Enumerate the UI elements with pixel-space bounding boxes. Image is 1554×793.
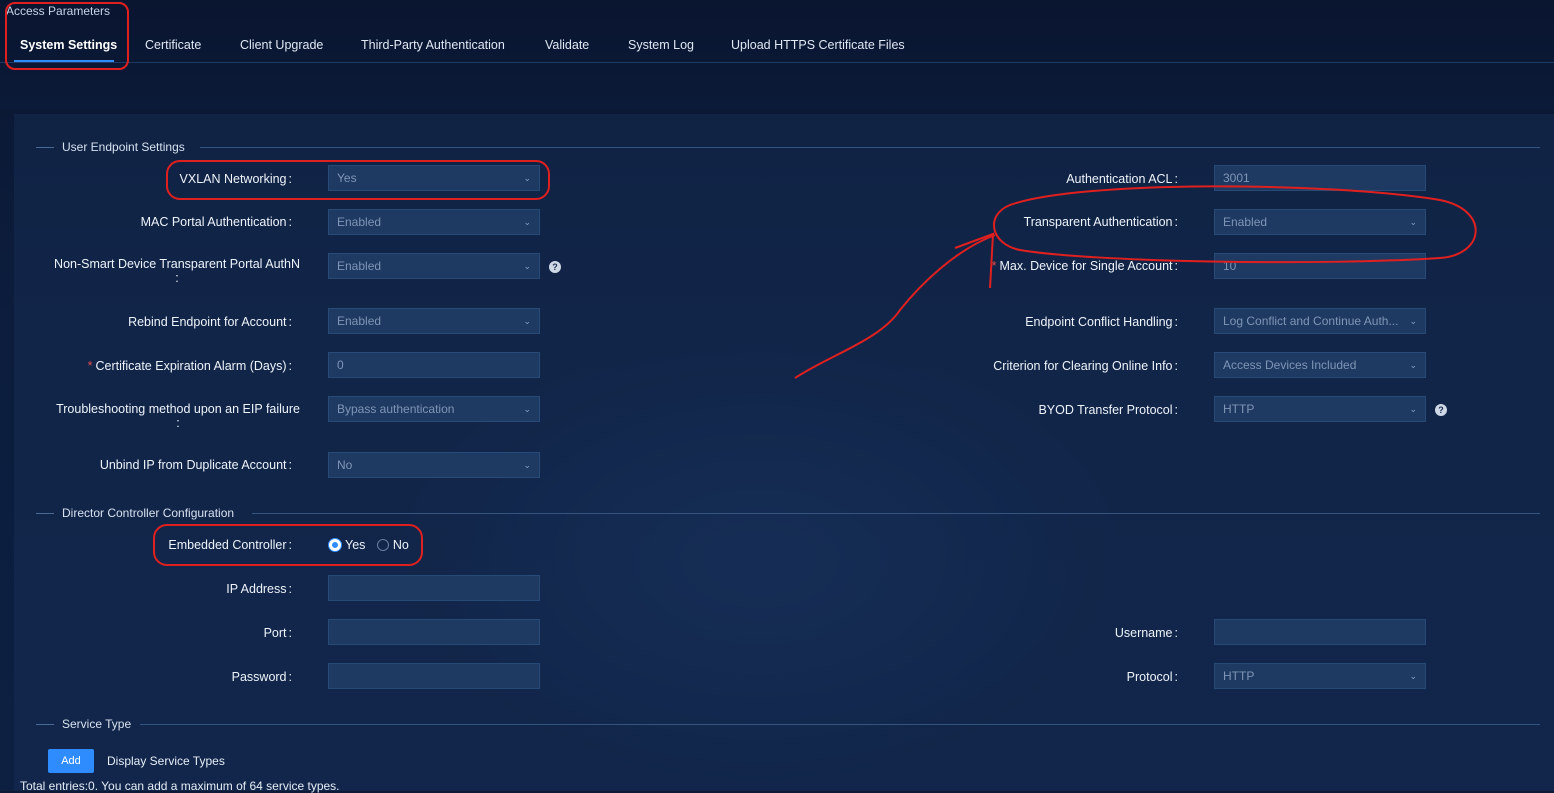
ip-address-label: IP Address: xyxy=(226,582,292,596)
mac-portal-auth-select[interactable]: Enabled ⌄ xyxy=(328,209,540,235)
vxlan-networking-label: VXLAN Networking: xyxy=(179,172,292,186)
display-service-types-link[interactable]: Display Service Types xyxy=(107,754,225,768)
port-input[interactable] xyxy=(328,619,540,645)
port-label: Port: xyxy=(263,626,292,640)
criterion-clearing-online-info-label: Criterion for Clearing Online Info: xyxy=(993,359,1178,373)
criterion-clearing-online-info-select[interactable]: Access Devices Included ⌄ xyxy=(1214,352,1426,378)
tab-certificate[interactable]: Certificate xyxy=(145,38,201,52)
chevron-down-icon: ⌄ xyxy=(1409,217,1417,227)
chevron-down-icon: ⌄ xyxy=(523,261,531,271)
protocol-label: Protocol: xyxy=(1126,670,1178,684)
tab-system-log[interactable]: System Log xyxy=(628,38,694,52)
rebind-endpoint-select[interactable]: Enabled ⌄ xyxy=(328,308,540,334)
chevron-down-icon: ⌄ xyxy=(523,173,531,183)
chevron-down-icon: ⌄ xyxy=(523,316,531,326)
section-director-controller: Director Controller Configuration xyxy=(36,506,234,520)
top-bar: Access Parameters System Settings Certif… xyxy=(0,0,1554,110)
protocol-select[interactable]: HTTP ⌄ xyxy=(1214,663,1426,689)
section-service-type: Service Type xyxy=(36,717,131,731)
endpoint-conflict-handling-label: Endpoint Conflict Handling: xyxy=(1025,315,1178,329)
vxlan-networking-select[interactable]: Yes ⌄ xyxy=(328,165,540,191)
add-service-type-button[interactable]: Add xyxy=(48,749,94,773)
help-icon[interactable]: ? xyxy=(549,261,561,273)
chevron-down-icon: ⌄ xyxy=(1409,316,1417,326)
ip-address-input[interactable] xyxy=(328,575,540,601)
non-smart-transparent-portal-select[interactable]: Enabled ⌄ xyxy=(328,253,540,279)
troubleshooting-method-select[interactable]: Bypass authentication ⌄ xyxy=(328,396,540,422)
troubleshooting-method-label: Troubleshooting method upon an EIP failu… xyxy=(56,402,300,430)
mac-portal-auth-label: MAC Portal Authentication: xyxy=(140,215,292,229)
chevron-down-icon: ⌄ xyxy=(523,460,531,470)
chevron-down-icon: ⌄ xyxy=(523,217,531,227)
max-device-single-account-label: * Max. Device for Single Account: xyxy=(991,259,1178,273)
byod-transfer-protocol-select[interactable]: HTTP ⌄ xyxy=(1214,396,1426,422)
embedded-controller-yes-radio[interactable] xyxy=(329,538,341,551)
tab-system-settings[interactable]: System Settings xyxy=(20,38,117,52)
embedded-controller-no-radio[interactable] xyxy=(376,538,389,551)
breadcrumb: Access Parameters xyxy=(6,4,111,18)
chevron-down-icon: ⌄ xyxy=(1409,360,1417,370)
embedded-controller-label: Embedded Controller: xyxy=(168,538,292,552)
certificate-expiration-alarm-label: * Certificate Expiration Alarm (Days): xyxy=(87,359,292,373)
transparent-authentication-label: Transparent Authentication: xyxy=(1023,215,1178,229)
password-input[interactable] xyxy=(328,663,540,689)
embedded-controller-radio-group: Yes No xyxy=(329,537,417,552)
chevron-down-icon: ⌄ xyxy=(523,404,531,414)
non-smart-transparent-portal-label: Non-Smart Device Transparent Portal Auth… xyxy=(54,257,300,285)
password-label: Password: xyxy=(231,670,292,684)
max-device-single-account-input[interactable]: 10 xyxy=(1214,253,1426,279)
tab-client-upgrade[interactable]: Client Upgrade xyxy=(240,38,323,52)
username-label: Username: xyxy=(1114,626,1178,640)
section-divider xyxy=(140,724,1540,725)
transparent-authentication-select[interactable]: Enabled ⌄ xyxy=(1214,209,1426,235)
authentication-acl-input[interactable]: 3001 xyxy=(1214,165,1426,191)
chevron-down-icon: ⌄ xyxy=(1409,404,1417,414)
tab-validate[interactable]: Validate xyxy=(545,38,589,52)
unbind-ip-label: Unbind IP from Duplicate Account: xyxy=(99,458,292,472)
rebind-endpoint-label: Rebind Endpoint for Account: xyxy=(128,315,292,329)
username-input[interactable] xyxy=(1214,619,1426,645)
byod-transfer-protocol-label: BYOD Transfer Protocol: xyxy=(1038,403,1178,417)
certificate-expiration-alarm-input[interactable]: 0 xyxy=(328,352,540,378)
section-divider xyxy=(252,513,1540,514)
tab-upload-https-certificate-files[interactable]: Upload HTTPS Certificate Files xyxy=(731,38,905,52)
endpoint-conflict-handling-select[interactable]: Log Conflict and Continue Auth... ⌄ xyxy=(1214,308,1426,334)
tab-third-party-authentication[interactable]: Third-Party Authentication xyxy=(361,38,505,52)
chevron-down-icon: ⌄ xyxy=(1409,671,1417,681)
section-user-endpoint-settings: User Endpoint Settings xyxy=(36,140,185,154)
help-icon[interactable]: ? xyxy=(1435,404,1447,416)
authentication-acl-label: Authentication ACL: xyxy=(1066,172,1178,186)
tab-divider xyxy=(0,62,1554,63)
unbind-ip-select[interactable]: No ⌄ xyxy=(328,452,540,478)
section-divider xyxy=(200,147,1540,148)
